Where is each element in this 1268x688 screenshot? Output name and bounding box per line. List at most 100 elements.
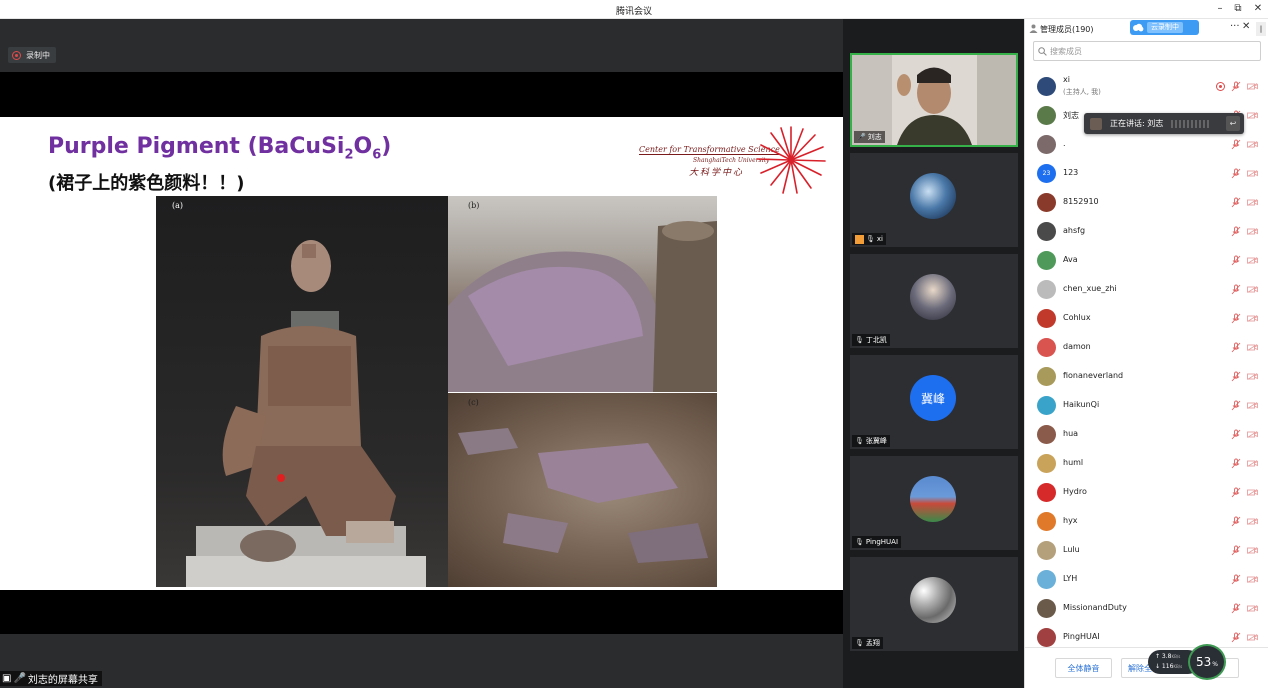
slide-title: Purple Pigment (BaCuSi2O6) [48,134,392,163]
network-status-widget[interactable]: ↑ 3.8KB/s ↓ 116KB/s 53% [1148,644,1228,680]
camera-off-icon[interactable] [1247,344,1258,351]
camera-off-icon[interactable] [1247,199,1258,206]
member-row[interactable]: 8152910 [1025,188,1268,217]
cloud-recording-button[interactable]: 云录制中 [1130,20,1199,35]
microphone-muted-icon: 🎙 [855,336,864,344]
microphone-muted-icon[interactable] [1231,574,1241,585]
microphone-muted-icon[interactable] [1231,255,1241,266]
video-tile[interactable]: 冀峰 🎙 张冀峰 [850,355,1018,449]
member-name: huml [1063,458,1084,467]
search-input[interactable] [1050,46,1250,56]
avatar [1037,483,1056,502]
microphone-muted-icon[interactable] [1231,545,1241,556]
camera-off-icon[interactable] [1247,112,1258,119]
avatar [1037,135,1056,154]
mute-all-button[interactable]: 全体静音 [1055,658,1112,678]
microphone-muted-icon[interactable] [1231,371,1241,382]
camera-off-icon[interactable] [1247,547,1258,554]
member-name: Ava [1063,255,1078,264]
minimize-button[interactable]: – [1213,3,1227,15]
microphone-muted-icon[interactable] [1231,516,1241,527]
recording-badge[interactable]: 录制中 [8,47,56,63]
camera-off-icon[interactable] [1247,228,1258,235]
member-row[interactable]: huml [1025,449,1268,478]
microphone-muted-icon[interactable] [1231,284,1241,295]
restore-button[interactable]: ⧉ [1231,3,1245,15]
member-row[interactable]: hua [1025,420,1268,449]
close-button[interactable]: ✕ [1251,3,1265,15]
camera-off-icon[interactable] [1247,373,1258,380]
video-tile[interactable]: 🎤 刘志 [850,53,1018,147]
microphone-muted-icon[interactable] [1231,487,1241,498]
microphone-muted-icon[interactable] [1231,168,1241,179]
member-row[interactable]: fionaneverland [1025,362,1268,391]
avatar [910,173,956,219]
member-row[interactable]: damon [1025,333,1268,362]
member-row[interactable]: chen_xue_zhi [1025,275,1268,304]
video-tile[interactable]: 🎙 丁北凯 [850,254,1018,348]
pigment-texture-c [458,428,708,563]
member-row[interactable]: LYH [1025,565,1268,594]
camera-off-icon[interactable] [1247,605,1258,612]
member-row[interactable]: Cohlux [1025,304,1268,333]
cpu-usage-value: 53 [1196,655,1212,669]
member-search-box[interactable] [1033,41,1261,61]
microphone-muted-icon[interactable] [1231,226,1241,237]
camera-off-icon[interactable] [1247,170,1258,177]
member-row[interactable]: ahsfg [1025,217,1268,246]
microphone-muted-icon[interactable] [1231,458,1241,469]
camera-off-icon[interactable] [1247,489,1258,496]
avatar [910,577,956,623]
video-tile[interactable]: 🎙 PingHUAI [850,456,1018,550]
title-bar: 腾讯会议 – ⧉ ✕ [0,0,1268,19]
video-tile[interactable]: 🎙 孟翔 [850,557,1018,651]
member-name: hua [1063,429,1079,438]
member-row[interactable]: Ava [1025,246,1268,275]
microphone-muted-icon[interactable] [1231,139,1241,150]
side-panel-toggle[interactable]: ‖ [1256,22,1266,36]
camera-off-icon[interactable] [1247,518,1258,525]
more-options-button[interactable]: ··· [1230,21,1240,32]
member-name: fionaneverland [1063,371,1124,380]
camera-off-icon[interactable] [1247,286,1258,293]
microphone-muted-icon[interactable] [1231,603,1241,614]
microphone-muted-icon[interactable] [1231,81,1241,92]
avatar [1037,77,1056,96]
microphone-muted-icon[interactable] [1231,342,1241,353]
microphone-muted-icon[interactable] [1231,429,1241,440]
camera-off-icon[interactable] [1247,460,1258,467]
member-row[interactable]: Hydro [1025,478,1268,507]
member-row[interactable]: Lulu [1025,536,1268,565]
camera-off-icon[interactable] [1247,141,1258,148]
camera-off-icon[interactable] [1247,402,1258,409]
microphone-icon: 🎤 [13,673,26,684]
window-title: 腾讯会议 [615,7,652,17]
camera-off-icon[interactable] [1247,83,1258,90]
member-panel-header: 管理成员(190) 云录制中 ··· ✕ ‖ [1025,19,1268,39]
cpu-usage-unit: % [1212,660,1218,668]
member-row[interactable]: xi (主持人, 我) [1025,72,1268,101]
video-tile[interactable]: 🎙 xi [850,153,1018,247]
member-row[interactable]: hyx [1025,507,1268,536]
microphone-muted-icon[interactable] [1231,632,1241,643]
avatar [1037,541,1056,560]
member-row[interactable]: HaikunQi [1025,391,1268,420]
camera-off-icon[interactable] [1247,576,1258,583]
avatar [1037,628,1056,647]
tile-name-label: 🎙 丁北凯 [852,334,890,346]
microphone-muted-icon[interactable] [1231,313,1241,324]
camera-off-icon[interactable] [1247,257,1258,264]
reply-icon[interactable]: ↩ [1226,116,1240,131]
microphone-muted-icon[interactable] [1231,197,1241,208]
close-panel-button[interactable]: ✕ [1242,21,1250,32]
microphone-muted-icon[interactable] [1231,400,1241,411]
camera-off-icon[interactable] [1247,315,1258,322]
member-row[interactable]: PingHUAI [1025,623,1268,647]
member-row[interactable]: MissionandDuty [1025,594,1268,623]
camera-off-icon[interactable] [1247,431,1258,438]
avatar [1037,193,1056,212]
member-row[interactable]: 23 123 [1025,159,1268,188]
camera-off-icon[interactable] [1247,634,1258,641]
host-icon [855,234,864,244]
member-row[interactable]: . [1025,130,1268,159]
